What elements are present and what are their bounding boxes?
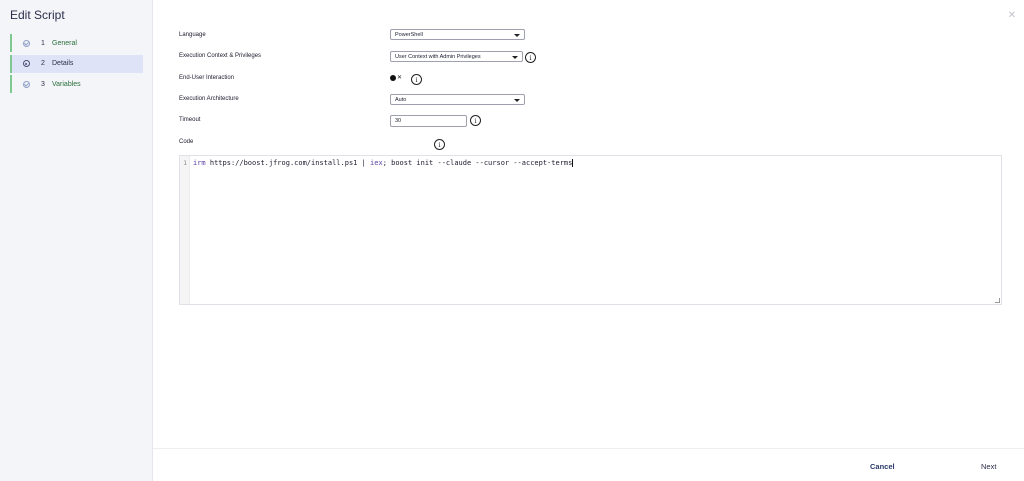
resize-handle[interactable] [995, 298, 1000, 303]
language-value: PowerShell [395, 31, 423, 38]
cancel-button[interactable]: Cancel [870, 462, 895, 471]
line-number-gutter: 1 [180, 156, 190, 304]
step-number: 2 [41, 60, 45, 67]
step-label: General [52, 39, 77, 47]
wizard-steps: 1 General 2 Details 3 Variables [10, 34, 143, 96]
info-icon[interactable]: i [525, 52, 536, 63]
step-label: Variables [52, 80, 81, 88]
toggle-knob [390, 74, 396, 81]
code-line[interactable]: irm https://boost.jfrog.com/install.ps1 … [193, 159, 574, 167]
chevron-down-icon [514, 33, 520, 37]
code-text: https://boost.jfrog.com/install.ps1 | [205, 159, 371, 167]
language-select[interactable]: PowerShell [390, 29, 525, 40]
code-label: Code [179, 139, 194, 145]
code-keyword: irm [193, 159, 206, 167]
execution-architecture-select[interactable]: Auto [390, 94, 525, 105]
code-editor[interactable]: 1 irm https://boost.jfrog.com/install.ps… [179, 155, 1002, 305]
timeout-input[interactable]: 30 [390, 115, 467, 127]
info-icon[interactable]: i [470, 115, 481, 126]
language-label: Language [179, 32, 206, 38]
execution-context-value: User Context with Admin Privileges [395, 53, 481, 60]
code-keyword: iex [370, 159, 383, 167]
step-label: Details [52, 60, 74, 67]
code-text: ; boost init --claude --cursor --accept-… [382, 159, 573, 167]
execution-architecture-value: Auto [395, 96, 407, 103]
step-number: 3 [41, 80, 45, 88]
line-number: 1 [183, 159, 187, 167]
end-user-interaction-label: End-User Interaction [179, 75, 235, 81]
chevron-down-icon [512, 55, 518, 59]
text-cursor [572, 159, 574, 167]
execution-architecture-label: Execution Architecture [179, 96, 239, 102]
check-circle-icon [22, 39, 30, 47]
toggle-off-icon: ✕ [397, 75, 403, 81]
chevron-down-icon [514, 98, 520, 102]
step-details[interactable]: 2 Details [10, 54, 143, 73]
next-button[interactable]: Next [981, 462, 996, 471]
close-icon[interactable]: ✕ [1008, 11, 1016, 21]
radio-circle-icon [22, 60, 30, 68]
timeout-label: Timeout [179, 117, 201, 123]
dialog-title: Edit Script [10, 8, 65, 22]
step-number: 1 [41, 39, 45, 47]
step-general[interactable]: 1 General [10, 34, 143, 52]
execution-context-label: Execution Context & Privileges [179, 53, 262, 59]
step-variables[interactable]: 3 Variables [10, 75, 143, 93]
wizard-sidebar: Edit Script 1 General 2 Details 3 Variab… [0, 0, 153, 481]
check-circle-icon [22, 80, 30, 88]
info-icon[interactable]: i [411, 74, 422, 85]
end-user-interaction-toggle[interactable]: ✕ [390, 73, 406, 82]
execution-context-select[interactable]: User Context with Admin Privileges [390, 51, 523, 62]
info-icon[interactable]: i [434, 139, 445, 150]
